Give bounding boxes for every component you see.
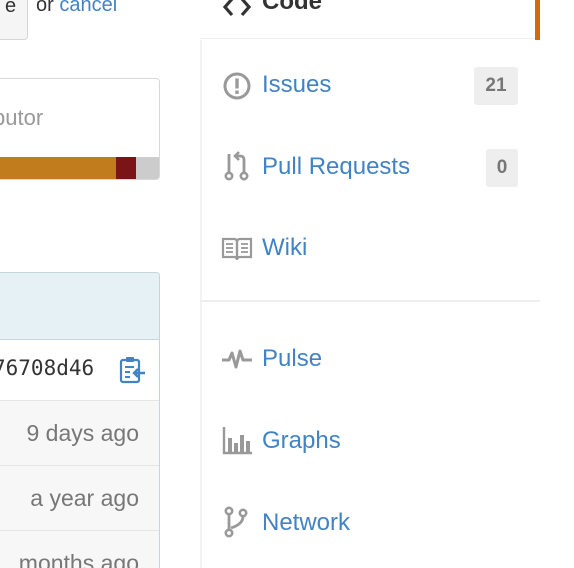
nav-item-graphs[interactable]: Graphs xyxy=(200,412,540,472)
language-bar-segment[interactable] xyxy=(135,157,159,179)
nav-item-wiki[interactable]: Wiki xyxy=(200,219,540,279)
nav-item-code[interactable]: Code xyxy=(200,0,540,40)
nav-item-pulse[interactable]: Pulse xyxy=(200,330,540,390)
nav-label-wiki: Wiki xyxy=(262,234,308,261)
language-bar[interactable] xyxy=(0,157,159,179)
commit-age-row: months ago xyxy=(0,531,159,568)
graph-icon xyxy=(222,427,252,455)
nav-label-code: Code xyxy=(262,0,322,15)
commit-age-row: a year ago xyxy=(0,466,159,531)
pulse-icon xyxy=(222,349,252,369)
commit-age: months ago xyxy=(18,550,139,568)
git-pull-request-icon xyxy=(224,151,249,181)
nav-label-pulse: Pulse xyxy=(262,345,323,372)
nav-item-issues[interactable]: Issues 21 xyxy=(200,56,540,116)
pull-requests-counter: 0 xyxy=(486,149,518,187)
issue-opened-icon xyxy=(223,72,251,100)
cancel-link[interactable]: cancel xyxy=(59,0,117,16)
nav-label-graphs: Graphs xyxy=(262,427,341,454)
or-text: or xyxy=(36,0,54,16)
commit-header xyxy=(0,273,159,340)
nav-shadow xyxy=(200,40,202,568)
contributors-box: butor xyxy=(0,78,160,180)
sha-row: 76708d46 xyxy=(0,340,159,401)
language-bar-segment[interactable] xyxy=(0,157,116,179)
commit-age: a year ago xyxy=(30,485,139,511)
commit-box: 76708d46 9 days ago a year ago months ag… xyxy=(0,272,160,568)
language-bar-segment[interactable] xyxy=(115,157,136,179)
nav-label-network: Network xyxy=(262,509,351,536)
nav-item-network[interactable]: Network xyxy=(200,494,540,554)
book-icon xyxy=(221,237,253,261)
left-column: e or cancel butor 76708d46 9 days ago a … xyxy=(0,0,200,568)
repo-nav: Code Issues 21 Pull Requests 0 Wiki Puls… xyxy=(200,0,540,568)
commit-sha[interactable]: 76708d46 xyxy=(0,356,94,380)
submit-button-label: e xyxy=(5,0,17,17)
issues-counter: 21 xyxy=(474,67,518,105)
or-cancel: or cancel xyxy=(36,0,117,17)
nav-divider xyxy=(200,300,540,302)
nav-label-issues: Issues xyxy=(262,71,332,98)
git-branch-icon xyxy=(224,506,248,538)
clipboard-icon[interactable] xyxy=(117,355,147,385)
nav-item-pull-requests[interactable]: Pull Requests 0 xyxy=(200,138,540,198)
selected-accent xyxy=(535,0,540,40)
nav-label-pull-requests: Pull Requests xyxy=(262,153,411,180)
commit-age-row: 9 days ago xyxy=(0,401,159,466)
commit-age: 9 days ago xyxy=(26,420,139,446)
submit-button[interactable]: e xyxy=(0,0,28,40)
contributors-label: butor xyxy=(0,105,44,130)
code-icon xyxy=(222,0,252,17)
